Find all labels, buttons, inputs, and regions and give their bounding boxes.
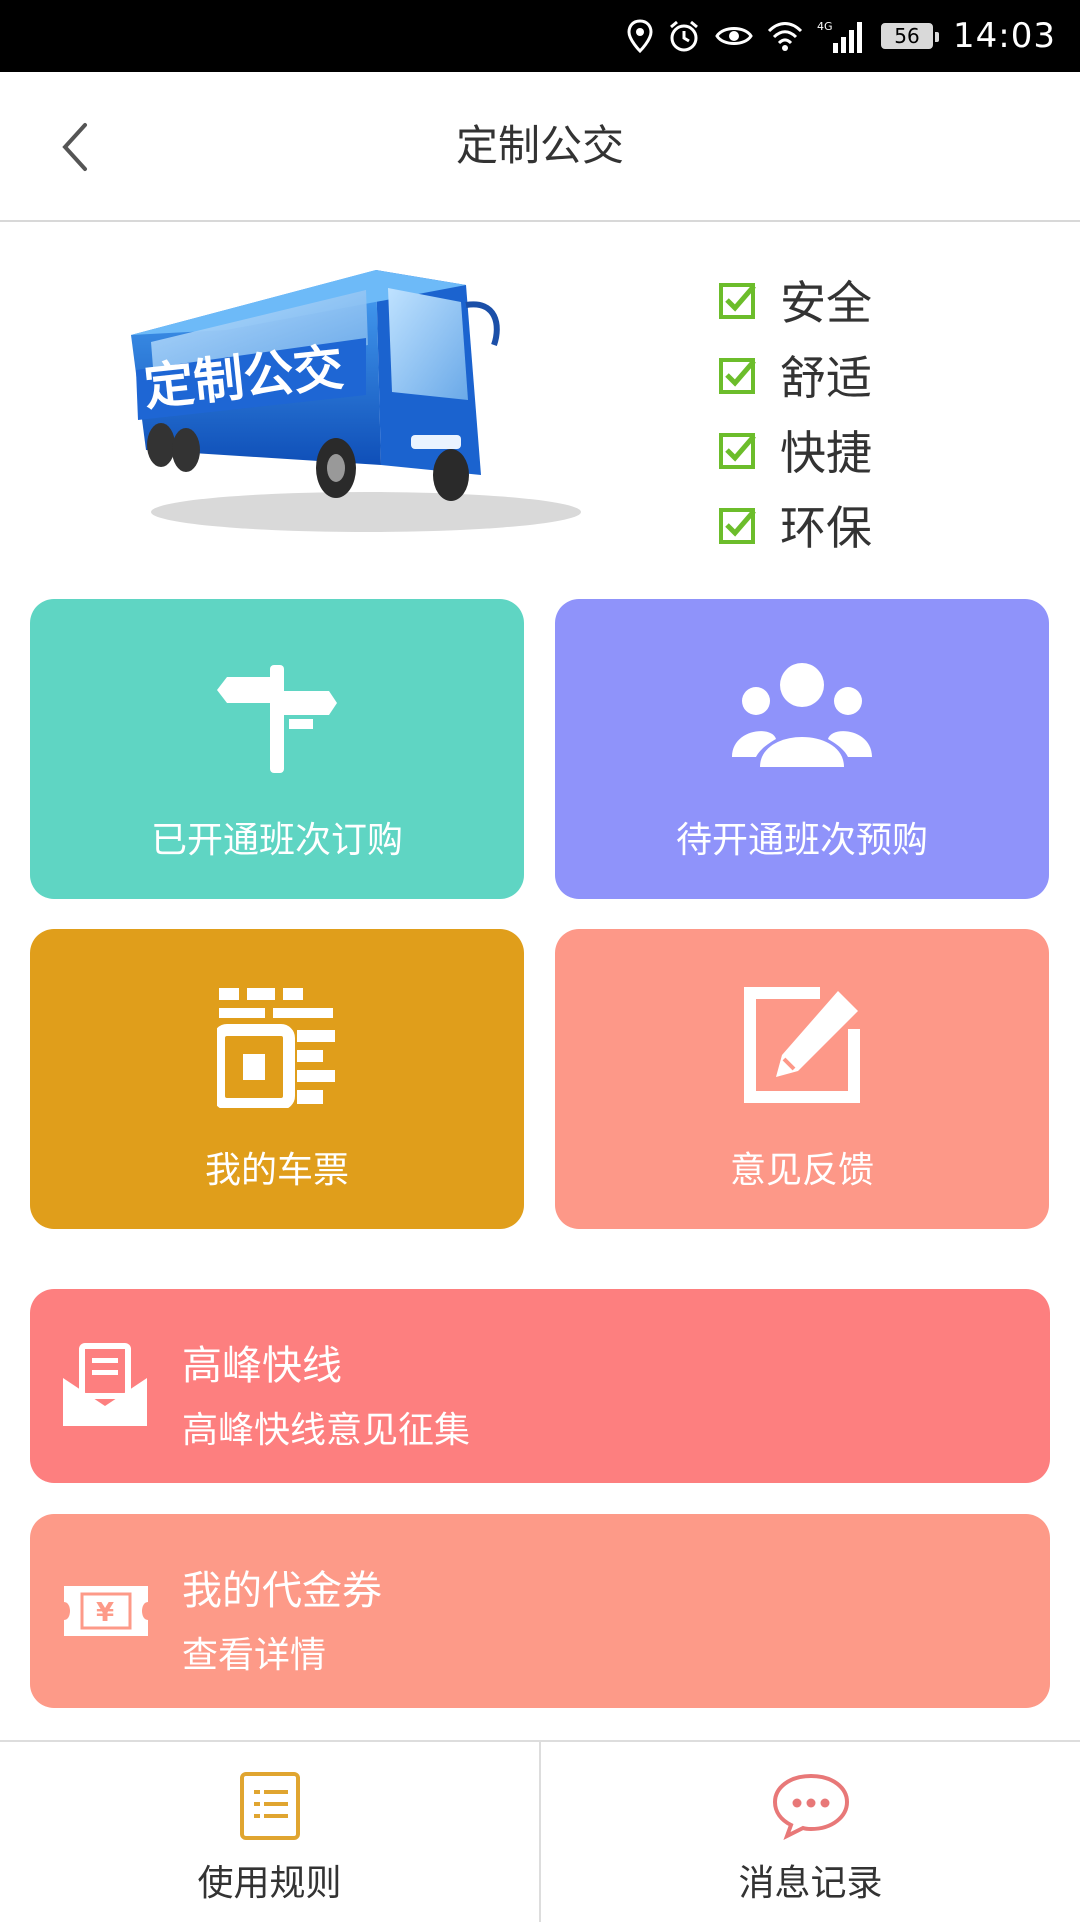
voucher-icon: ¥	[64, 1586, 148, 1636]
feature-label: 舒适	[780, 350, 872, 405]
checkbox-checked-icon	[719, 357, 756, 394]
feature-item: 环保	[718, 487, 872, 562]
tab-message-history[interactable]: 消息记录	[541, 1742, 1080, 1922]
tile-label: 待开通班次预购	[675, 820, 928, 861]
tab-label: 消息记录	[738, 1863, 883, 1904]
chat-bubble-icon	[772, 1773, 849, 1840]
banner-subtitle: 查看详情	[182, 1635, 327, 1676]
tile-open-routes-purchase[interactable]: 已开通班次订购	[30, 599, 524, 899]
feature-label: 安全	[780, 275, 872, 330]
feature-list: 安全 舒适 快捷 环保	[718, 262, 872, 562]
checkbox-checked-icon	[719, 282, 756, 319]
alarm-icon	[670, 20, 698, 52]
banner-my-vouchers[interactable]: ¥ 我的代金券 查看详情	[30, 1514, 1050, 1708]
bottom-tab-bar: 使用规则 消息记录	[0, 1740, 1080, 1922]
location-icon	[627, 19, 653, 53]
checkbox-checked-icon	[719, 432, 756, 469]
tile-my-tickets[interactable]: 我的车票	[30, 929, 524, 1229]
bus-illustration: 定制公交	[126, 250, 596, 540]
svg-text:4G: 4G	[817, 20, 833, 33]
feature-item: 舒适	[718, 337, 872, 412]
eye-icon	[715, 27, 753, 45]
feature-label: 快捷	[780, 425, 872, 480]
signal-icon: 4G	[817, 20, 863, 53]
svg-text:¥: ¥	[96, 1598, 114, 1628]
checkbox-checked-icon	[719, 507, 756, 544]
status-time: 14:03	[953, 16, 1056, 56]
tile-feedback[interactable]: 意见反馈	[555, 929, 1049, 1229]
wifi-icon	[767, 22, 803, 51]
page-title: 定制公交	[455, 121, 624, 170]
feature-label: 环保	[780, 500, 872, 555]
signpost-icon	[217, 665, 337, 773]
edit-icon	[744, 987, 860, 1103]
title-bar: 定制公交	[0, 72, 1080, 222]
banner-subtitle: 高峰快线意见征集	[182, 1410, 471, 1451]
chevron-left-icon	[62, 123, 87, 171]
tile-label: 已开通班次订购	[150, 820, 403, 861]
back-button[interactable]	[40, 112, 110, 182]
status-bar: 4G 56 14:03	[0, 0, 1080, 72]
tile-upcoming-routes-presale[interactable]: 待开通班次预购	[555, 599, 1049, 899]
feature-item: 安全	[718, 262, 872, 337]
rules-document-icon	[239, 1772, 300, 1840]
hero-section: 定制公交 安全 舒适 快捷 环保	[0, 222, 1080, 582]
tile-label: 我的车票	[204, 1150, 349, 1191]
people-group-icon	[732, 663, 872, 767]
status-icons: 4G 56 14:03	[627, 0, 1056, 72]
tile-label: 意见反馈	[729, 1150, 874, 1191]
tab-label: 使用规则	[197, 1863, 342, 1904]
ticket-qr-icon	[217, 988, 335, 1108]
tab-usage-rules[interactable]: 使用规则	[0, 1742, 541, 1922]
mail-icon	[63, 1343, 147, 1426]
battery-indicator: 56	[881, 23, 940, 49]
banner-peak-express[interactable]: 高峰快线 高峰快线意见征集	[30, 1289, 1050, 1483]
banner-title: 我的代金券	[182, 1568, 382, 1614]
feature-item: 快捷	[718, 412, 872, 487]
banner-title: 高峰快线	[182, 1343, 342, 1389]
